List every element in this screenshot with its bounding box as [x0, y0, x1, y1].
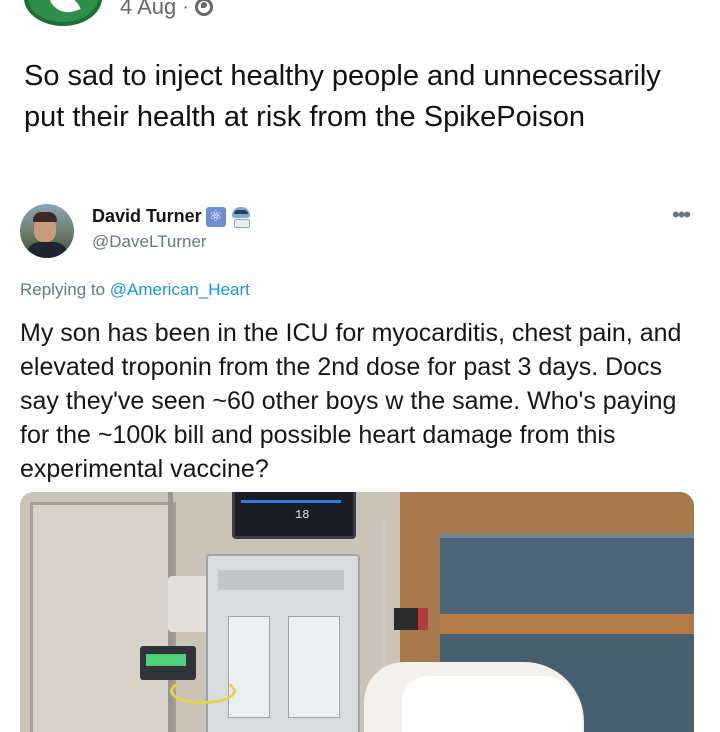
patient-monitor: 18 [232, 492, 356, 539]
post-date[interactable]: 4 Aug [120, 0, 176, 20]
iv-bag [168, 576, 208, 632]
infusion-pump [140, 646, 196, 680]
tweet-author-row: David Turner ⚛ [92, 206, 252, 228]
hospital-room-photo: 18 [20, 492, 694, 732]
replying-prefix: Replying to [20, 280, 106, 299]
mask-face-emoji-icon [230, 206, 252, 228]
meta-separator: · [182, 0, 189, 18]
leaf-logo-icon [49, 0, 81, 18]
medical-equipment [206, 554, 360, 732]
replying-mention: @American_Heart [109, 280, 250, 299]
post-text: So sad to inject healthy people and unne… [24, 60, 661, 133]
tweet-avatar [20, 204, 74, 258]
pillow [402, 676, 582, 732]
replying-to: Replying to @American_Heart [20, 280, 250, 300]
tweet-text: My son has been in the ICU for myocardit… [20, 319, 682, 483]
tweet-display-name: David Turner [92, 206, 202, 226]
more-options-icon: ••• [672, 202, 691, 227]
tweet-handle: @DaveLTurner [92, 232, 207, 251]
monitor-reading: 18 [295, 508, 310, 522]
atom-emoji-icon: ⚛ [205, 206, 226, 227]
yellow-tubing [170, 678, 236, 704]
globe-icon [194, 0, 213, 16]
door [30, 502, 176, 732]
page-avatar[interactable] [24, 0, 102, 26]
post-meta: 4 Aug · [120, 0, 213, 20]
